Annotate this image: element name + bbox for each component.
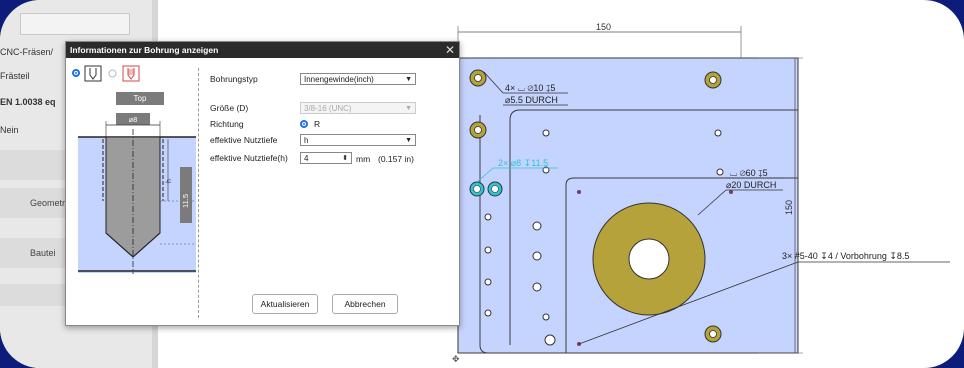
hole-type-label: Bohrungstyp [210,74,258,84]
effective-depth-select[interactable]: h ▼ [300,134,416,146]
cancel-button[interactable]: Abbrechen [332,294,398,314]
diameter-label: ⌀8 [129,115,138,124]
chevron-down-icon: ▼ [405,105,412,112]
size-value: 3/8-16 (UNC) [304,104,352,113]
hole-info-dialog: Informationen zur Bohrung anzeigen ✕ Top [65,41,460,326]
callout-large-cb: ⌴ ⌀60 ↧5 [730,168,768,178]
hole-section-preview: ⌀8 h 11.5 [78,113,196,274]
callout-selected: 2× ⌀8 ↧11.5 [498,158,548,168]
effective-depth-h-value: 4 [304,154,309,163]
direction-radio[interactable] [300,120,308,128]
chevron-down-icon: ▼ [405,137,412,144]
size-select[interactable]: 3/8-16 (UNC) ▼ [300,102,416,114]
dim-top-label: 150 [596,22,611,32]
large-through-hole [628,238,670,280]
preview-mode-radio-2[interactable] [108,69,117,78]
callout-thread: 3× #5-40 ↧4 / Vorbohrung ↧8.5 [782,251,909,261]
update-button[interactable]: Aktualisieren [252,294,318,314]
callout-large-through: ⌀20 DURCH [726,180,776,190]
depth-label: 11.5 [181,194,190,208]
view-label: Top [116,92,164,105]
dialog-separator [198,68,199,318]
callout-through: ⌀5.5 DURCH [505,95,558,105]
thread-hole-icon[interactable] [122,65,140,82]
inch-conversion: (0.157 in) [378,154,414,164]
drill-hole-icon[interactable] [84,65,102,82]
effective-depth-h-input[interactable]: 4 ⬍ [300,152,352,164]
effective-depth-label: effektive Nutztiefe [210,135,278,145]
callout-counterbore: 4× ⌴ ⌀10 ↧5 [505,83,555,93]
origin-marker-icon: ✥ [452,355,460,365]
direction-label: Richtung [210,119,244,129]
panel-search-box[interactable] [20,13,130,35]
hole-type-value: Innengewinde(inch) [304,75,374,84]
close-icon[interactable]: ✕ [445,42,455,58]
effective-depth-h-label: effektive Nutztiefe(h) [210,153,288,163]
effective-depth-value: h [304,136,309,145]
dim-right-label: 150 [784,200,794,215]
dialog-titlebar: Informationen zur Bohrung anzeigen ✕ [66,42,459,58]
hole-preview-panel: Top ⌀8 h 11.5 [66,59,198,325]
size-label: Größe (D) [210,103,249,113]
app-frame: CNC-Fräsen/ Frästeil EN 1.0038 eq Nein G… [0,0,964,368]
unit-label: mm [356,154,371,164]
chevron-down-icon: ▼ [405,76,412,83]
direction-value: R [314,119,321,129]
h-label: h [166,179,173,183]
dialog-title: Informationen zur Bohrung anzeigen [70,45,219,55]
preview-mode-radio-1[interactable] [72,69,80,77]
stepper-icon[interactable]: ⬍ [342,153,348,165]
hole-type-select[interactable]: Innengewinde(inch) ▼ [300,73,416,85]
